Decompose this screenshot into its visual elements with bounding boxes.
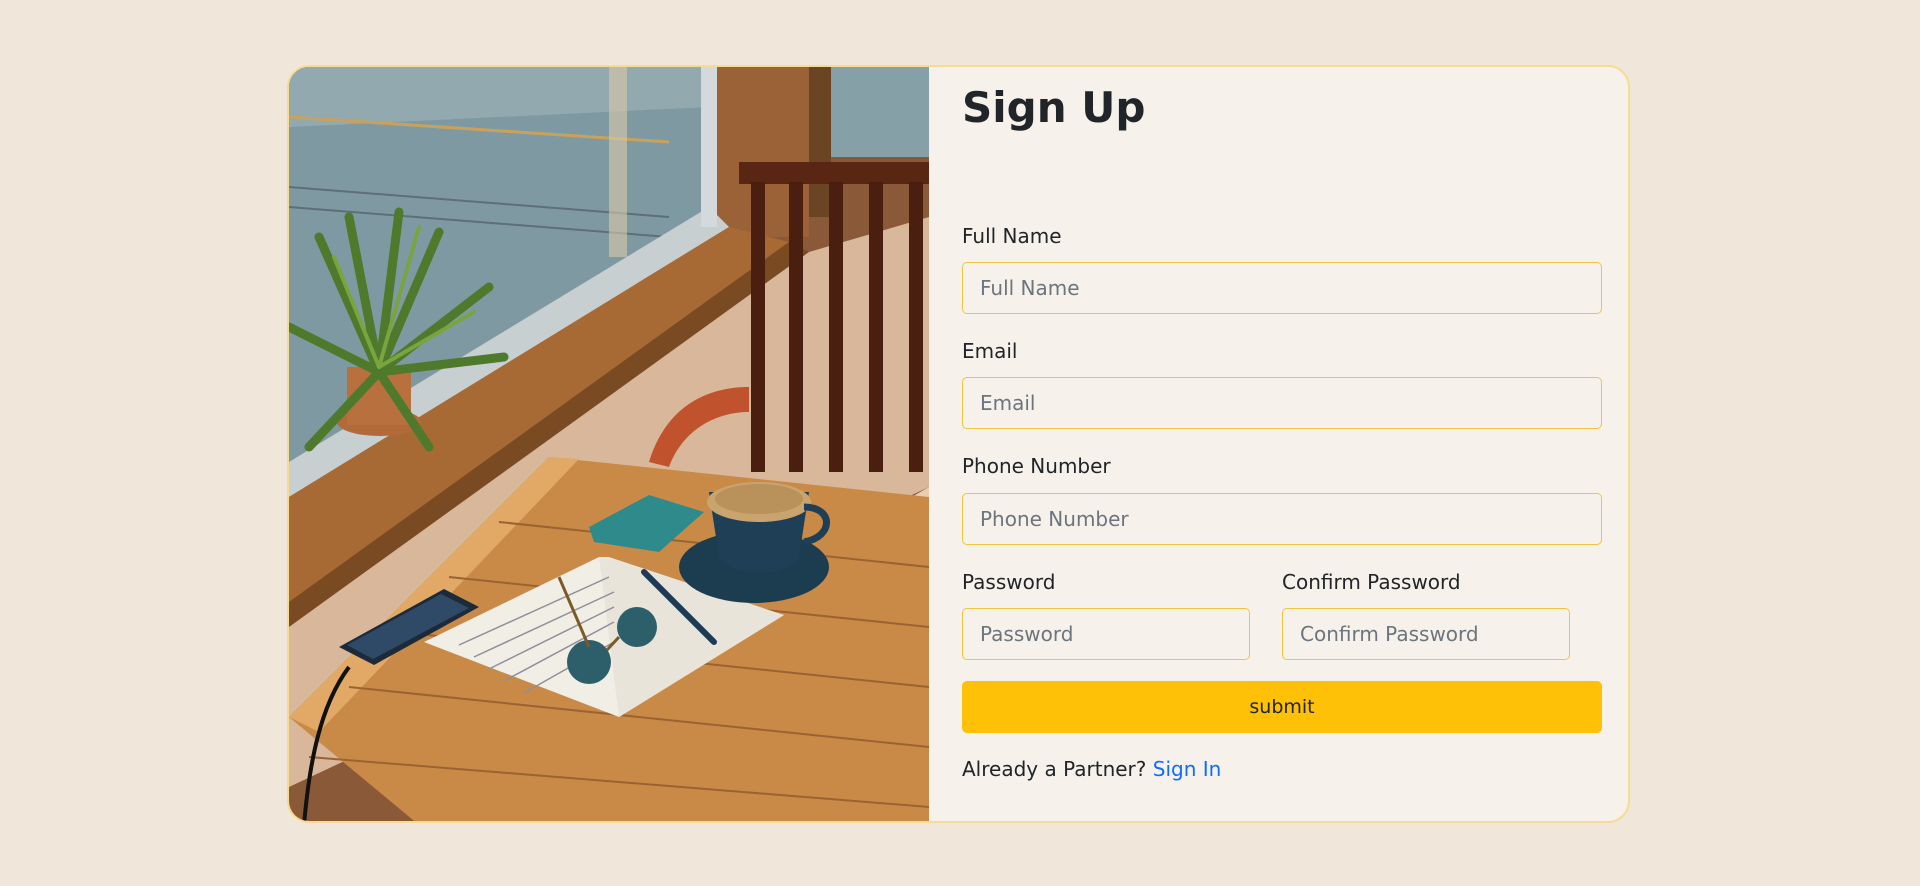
confirm-password-label: Confirm Password [1282,570,1461,594]
signin-prompt: Already a Partner? [962,757,1147,781]
password-input[interactable] [962,608,1250,660]
signup-form: Sign Up Full Name Email Phone Number Pas… [962,67,1602,821]
email-input[interactable] [962,377,1602,429]
email-label: Email [962,339,1018,363]
phone-number-label: Phone Number [962,454,1111,478]
phone-number-input[interactable] [962,493,1602,545]
full-name-input[interactable] [962,262,1602,314]
cafe-photo [289,67,929,821]
signin-row: Already a Partner? Sign In [962,757,1221,781]
page-title: Sign Up [962,83,1146,132]
confirm-password-input[interactable] [1282,608,1570,660]
signup-card: Sign Up Full Name Email Phone Number Pas… [287,65,1630,823]
password-label: Password [962,570,1056,594]
signin-link[interactable]: Sign In [1153,757,1222,781]
full-name-label: Full Name [962,224,1062,248]
submit-button[interactable]: submit [962,681,1602,733]
